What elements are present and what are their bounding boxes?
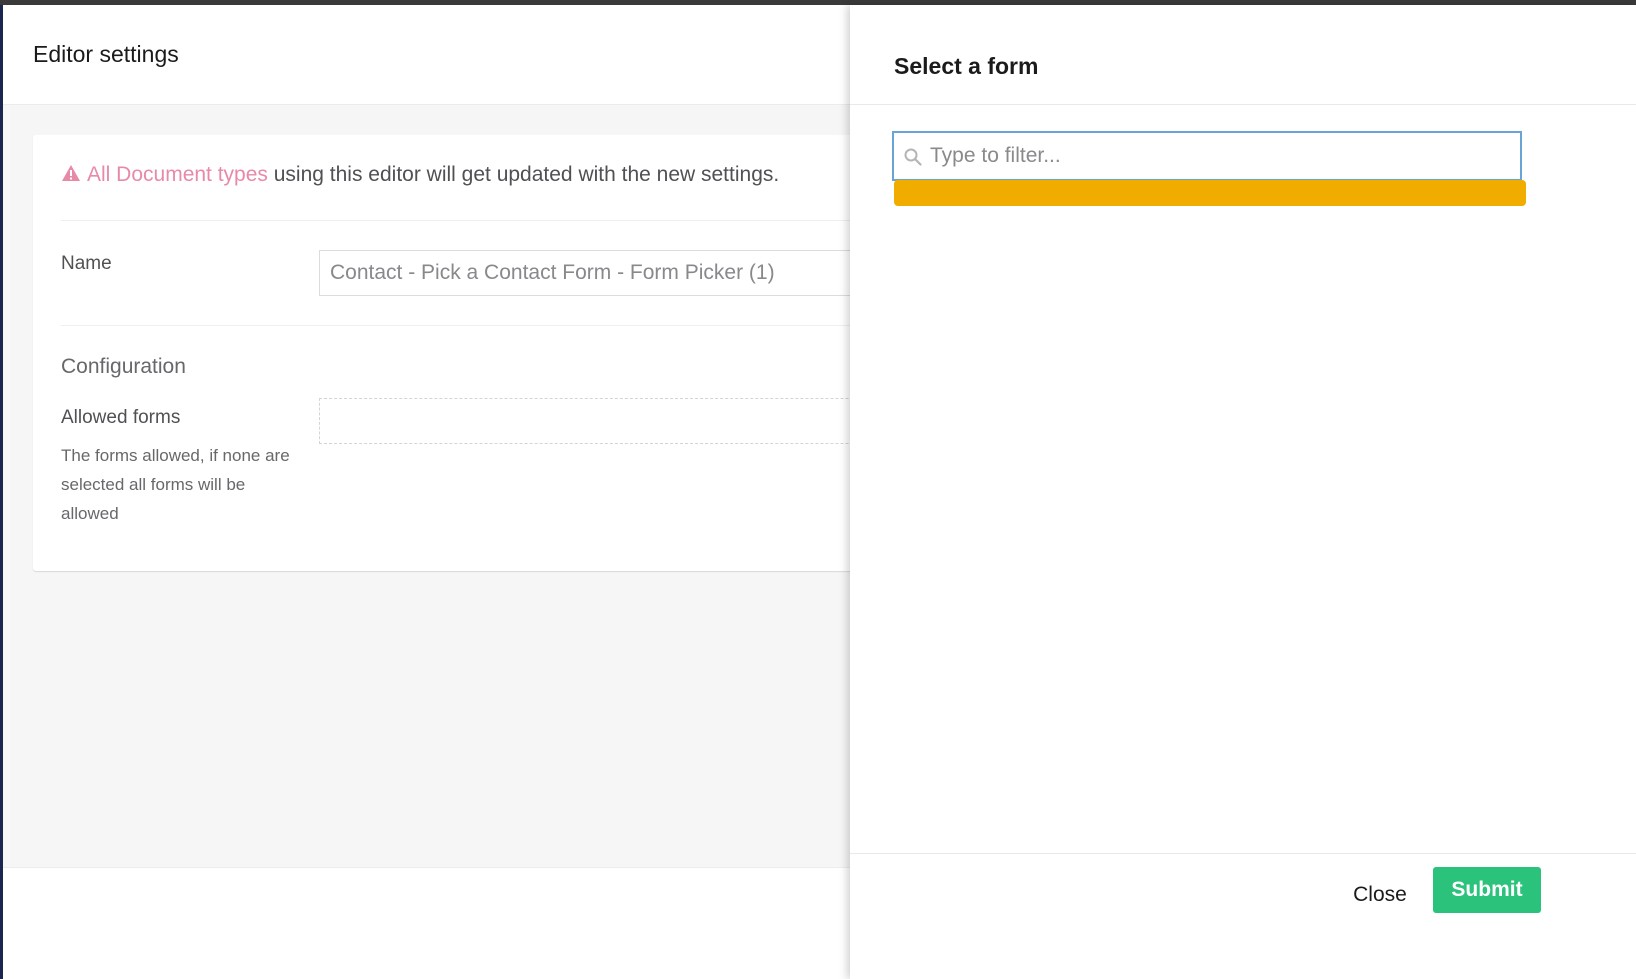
- allowed-forms-label: Allowed forms: [61, 407, 181, 428]
- warning-icon: [62, 165, 80, 181]
- all-document-types-link[interactable]: All Document types: [87, 163, 268, 186]
- configuration-heading: Configuration: [61, 355, 186, 378]
- dialog-title: Select a form: [894, 53, 1039, 79]
- close-button[interactable]: Close: [1340, 877, 1420, 913]
- name-label: Name: [61, 253, 112, 274]
- select-form-dialog: Select a form Close Submit: [850, 5, 1636, 979]
- dialog-header: Select a form: [850, 5, 1636, 105]
- loading-bar: [894, 180, 1526, 206]
- filter-input[interactable]: [930, 133, 1510, 179]
- search-icon: [904, 148, 922, 166]
- update-notice: All Document types using this editor wil…: [61, 163, 779, 187]
- notice-text: using this editor will get updated with …: [267, 163, 780, 186]
- filter-field[interactable]: [892, 131, 1522, 181]
- allowed-forms-description: The forms allowed, if none are selected …: [61, 446, 290, 523]
- submit-button[interactable]: Submit: [1433, 867, 1541, 913]
- dialog-footer: Close Submit: [850, 853, 1636, 979]
- editor-title: Editor settings: [33, 41, 179, 67]
